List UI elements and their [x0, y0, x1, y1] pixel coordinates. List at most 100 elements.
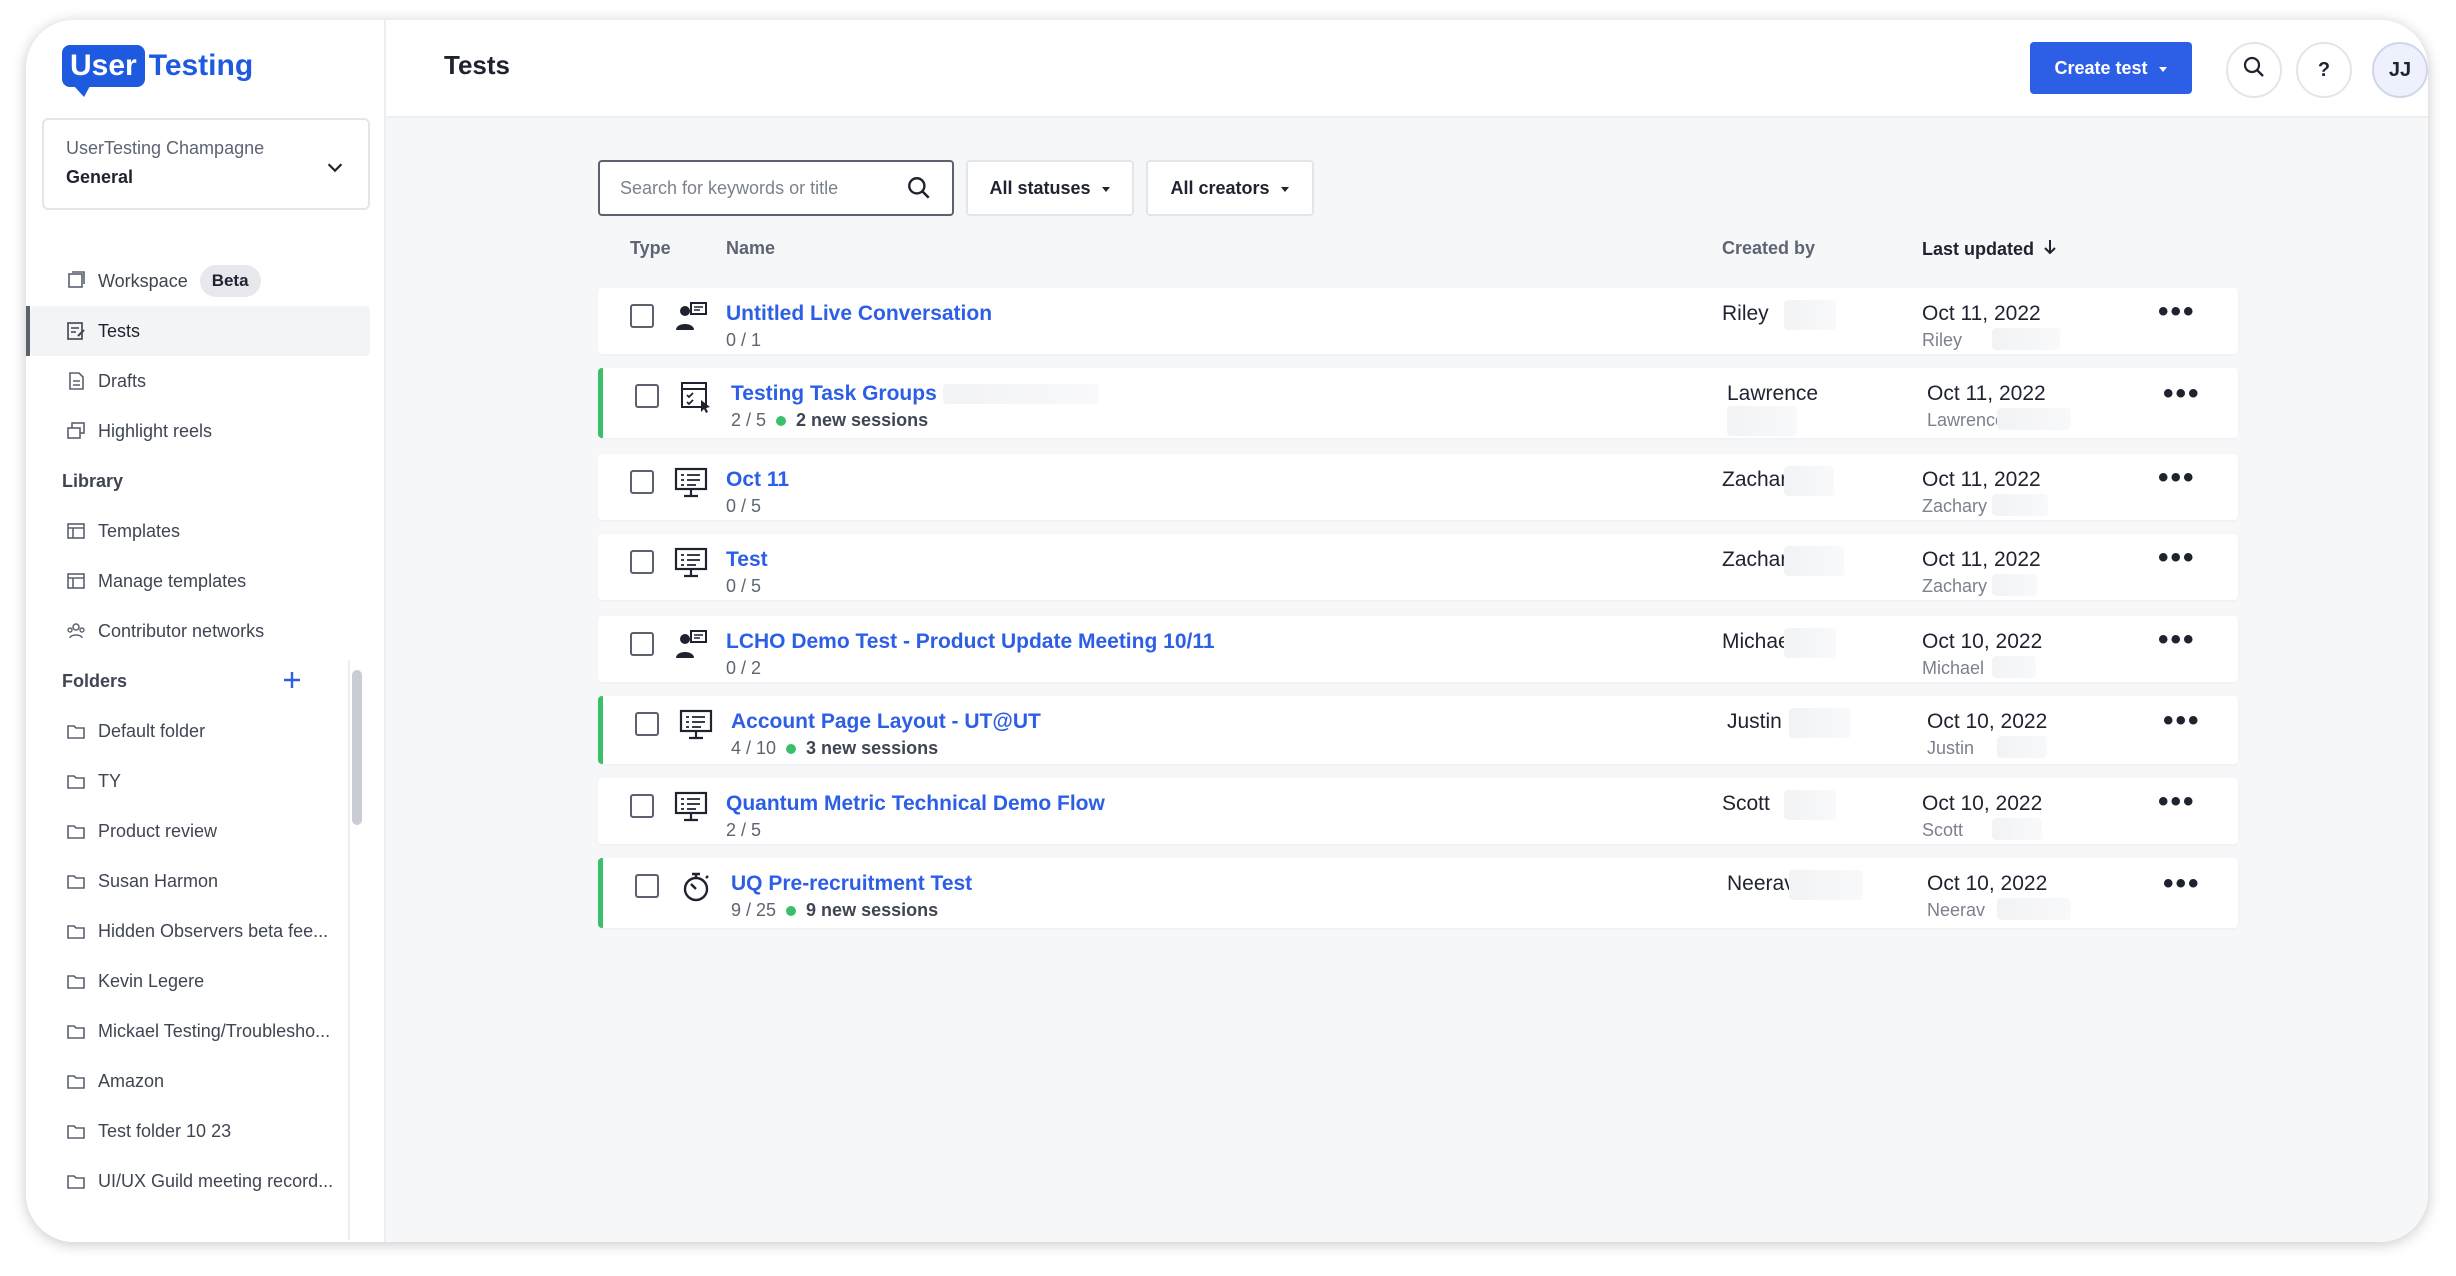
usertesting-logo[interactable]: User Testing: [62, 42, 253, 97]
more-options-button[interactable]: •••: [2158, 541, 2196, 575]
column-header-created-by[interactable]: Created by: [1722, 238, 1815, 259]
live-conversation-icon: [674, 628, 708, 662]
creator-filter-label: All creators: [1170, 177, 1270, 198]
table-row[interactable]: LCHO Demo Test - Product Update Meeting …: [598, 616, 2238, 682]
row-checkbox[interactable]: [630, 794, 654, 818]
sidebar-item-label: Highlight reels: [98, 420, 213, 441]
sidebar-folder-item[interactable]: Product review: [30, 806, 370, 856]
search-submit-icon[interactable]: [886, 162, 952, 214]
sidebar-item-label: Drafts: [98, 370, 147, 391]
row-checkbox[interactable]: [630, 550, 654, 574]
new-sessions-count: 2 new sessions: [796, 410, 929, 430]
more-options-button[interactable]: •••: [2163, 867, 2201, 901]
workspace-org: UserTesting Champagne: [66, 138, 265, 158]
test-name-link[interactable]: Test: [726, 548, 768, 572]
sidebar-item-templates[interactable]: Templates: [30, 506, 370, 556]
row-checkbox[interactable]: [630, 304, 654, 328]
search-button[interactable]: [2226, 42, 2282, 98]
sidebar-folder-item[interactable]: Default folder: [30, 706, 370, 756]
sidebar-folder-item[interactable]: Kevin Legere: [30, 956, 370, 1006]
help-button[interactable]: ?: [2296, 42, 2352, 98]
user-avatar[interactable]: JJ: [2372, 42, 2428, 98]
creator-filter-dropdown[interactable]: All creators: [1146, 160, 1314, 216]
redacted-text: [1997, 736, 2047, 758]
sidebar-folder-label: TY: [98, 770, 122, 791]
new-sessions-count: 9 new sessions: [806, 900, 939, 920]
redacted-text: [1784, 466, 1834, 496]
logo-user: User: [62, 45, 145, 97]
table-row[interactable]: Account Page Layout - UT@UT 4 / 10 3 new s…: [598, 696, 2238, 764]
table-row[interactable]: Testing Task Groups 2 / 5 2 new sessions La…: [598, 368, 2238, 438]
table-row[interactable]: Test 0 / 5 Zachary Oct 11, 2022 Zachary •••: [598, 534, 2238, 600]
sidebar-scrollbar[interactable]: [352, 670, 362, 825]
row-checkbox[interactable]: [635, 874, 659, 898]
column-header-last-updated[interactable]: Last updated: [1922, 238, 2058, 261]
folder-icon: [66, 821, 86, 841]
test-name-link[interactable]: Oct 11: [726, 468, 789, 492]
sidebar-folder-item[interactable]: Susan Harmon: [30, 856, 370, 906]
last-updated-date: Oct 11, 2022: [1922, 548, 2041, 571]
sidebar-item-contributor-networks[interactable]: Contributor networks: [30, 606, 370, 656]
help-icon: ?: [2317, 58, 2331, 81]
row-checkbox[interactable]: [635, 712, 659, 736]
progress-count: 0 / 2: [726, 658, 762, 678]
test-name-link[interactable]: Testing Task Groups: [731, 382, 937, 406]
more-options-button[interactable]: •••: [2163, 704, 2201, 738]
sidebar-folder-item[interactable]: Amazon: [30, 1056, 370, 1106]
table-row[interactable]: UQ Pre-recruitment Test 9 / 25 9 new sessi…: [598, 858, 2238, 928]
new-session-dot: [786, 905, 797, 916]
redacted-text: [1784, 300, 1836, 330]
redacted-text: [1992, 328, 2060, 350]
row-checkbox[interactable]: [635, 384, 659, 408]
sidebar-item-workspace[interactable]: Workspace Beta: [30, 256, 370, 306]
add-folder-icon[interactable]: [280, 668, 304, 697]
last-updated-by: Justin: [1927, 738, 1975, 758]
table-row[interactable]: Quantum Metric Technical Demo Flow 2 / 5 S…: [598, 778, 2238, 844]
more-options-button[interactable]: •••: [2158, 295, 2196, 329]
sidebar-folder-item[interactable]: Hidden Observers beta fee...: [30, 906, 370, 956]
sidebar-folder-item[interactable]: Mickael Testing/Troublesho...: [30, 1006, 370, 1056]
progress-count: 0 / 1: [726, 330, 762, 350]
redacted-text: [1789, 708, 1851, 738]
more-options-button[interactable]: •••: [2158, 785, 2196, 819]
redacted-text: [1997, 898, 2071, 920]
table-row[interactable]: Oct 11 0 / 5 Zachary Oct 11, 2022 Zachary •••: [598, 454, 2238, 520]
progress-count: 2 / 5: [726, 820, 762, 840]
more-options-button[interactable]: •••: [2163, 377, 2201, 411]
sidebar-folder-item[interactable]: Test folder 10 23: [30, 1106, 370, 1156]
last-updated-by: Zachary: [1922, 576, 1988, 596]
test-name-link[interactable]: LCHO Demo Test - Product Update Meeting …: [726, 630, 1215, 654]
sidebar-folder-label: Default folder: [98, 720, 206, 741]
row-checkbox[interactable]: [630, 470, 654, 494]
sidebar-item-label: Templates: [98, 520, 181, 541]
test-name-link[interactable]: UQ Pre-recruitment Test: [731, 872, 972, 896]
drafts-icon: [66, 371, 86, 391]
more-options-button[interactable]: •••: [2158, 623, 2196, 657]
search-input[interactable]: [600, 177, 890, 199]
sidebar-item-manage-templates[interactable]: Manage templates: [30, 556, 370, 606]
sidebar-folder-item[interactable]: TY: [30, 756, 370, 806]
workspace-selector[interactable]: UserTesting Champagne General: [42, 118, 370, 210]
redacted-text: [1784, 790, 1836, 820]
status-filter-dropdown[interactable]: All statuses: [966, 160, 1134, 216]
table-row[interactable]: Untitled Live Conversation 0 / 1 Riley Oct …: [598, 288, 2238, 354]
sidebar-folder-label: Mickael Testing/Troublesho...: [98, 1020, 331, 1041]
test-progress: 0 / 1: [726, 330, 761, 351]
sidebar-item-tests[interactable]: Tests: [26, 306, 370, 356]
sidebar-item-drafts[interactable]: Drafts: [30, 356, 370, 406]
last-updated-by: Riley: [1922, 330, 1963, 350]
sidebar-folder-label: Kevin Legere: [98, 970, 205, 991]
test-name-link[interactable]: Account Page Layout - UT@UT: [731, 710, 1041, 734]
tests-icon: [66, 321, 86, 341]
last-updated-date: Oct 11, 2022: [1922, 468, 2041, 491]
column-header-name[interactable]: Name: [726, 238, 775, 259]
test-name-link[interactable]: Untitled Live Conversation: [726, 302, 992, 326]
sidebar-folder-label: Hidden Observers beta fee...: [98, 920, 329, 941]
create-test-button[interactable]: Create test: [2030, 42, 2192, 94]
sidebar-folder-item[interactable]: UI/UX Guild meeting record...: [30, 1156, 370, 1206]
test-name-link[interactable]: Quantum Metric Technical Demo Flow: [726, 792, 1105, 816]
row-checkbox[interactable]: [630, 632, 654, 656]
manage-templates-icon: [66, 571, 86, 591]
sidebar-item-highlight-reels[interactable]: Highlight reels: [30, 406, 370, 456]
more-options-button[interactable]: •••: [2158, 461, 2196, 495]
